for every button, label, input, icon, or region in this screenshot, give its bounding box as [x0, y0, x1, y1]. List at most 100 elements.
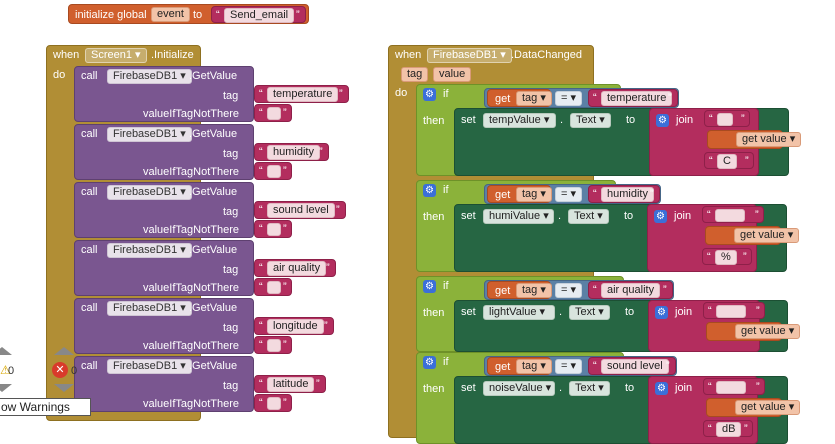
gear-icon[interactable]: ⚙ [655, 382, 668, 395]
get-tag-block[interactable]: get tag ▾ [487, 357, 552, 375]
compare-operator[interactable]: = ▾ [555, 359, 583, 374]
tag-value[interactable]: temperature [267, 87, 339, 102]
default-value[interactable] [267, 107, 281, 120]
tag-text-block[interactable]: “ sound level ” [254, 201, 346, 219]
getvalue-call-block[interactable]: call FirebaseDB1 ▾ .GetValue tag valueIf… [74, 356, 254, 412]
join-part-1-value[interactable] [716, 381, 746, 394]
firebase-component-dropdown[interactable]: FirebaseDB1 ▾ [427, 48, 512, 63]
compare-text-block[interactable]: “ air quality ” [588, 281, 673, 299]
compare-operator[interactable]: = ▾ [555, 283, 583, 298]
join-part-3-value[interactable]: % [715, 250, 737, 265]
gear-icon[interactable]: ⚙ [423, 88, 436, 101]
call-component-dropdown[interactable]: FirebaseDB1 ▾ [107, 243, 192, 258]
global-var-name[interactable]: event [151, 7, 190, 22]
gear-icon[interactable]: ⚙ [655, 306, 668, 319]
default-text-block[interactable]: “ ” [254, 394, 292, 412]
get-tag-block[interactable]: get tag ▾ [487, 281, 552, 299]
tag-value[interactable]: humidity [267, 145, 320, 160]
compare-value[interactable]: humidity [601, 187, 654, 202]
call-component-dropdown[interactable]: FirebaseDB1 ▾ [107, 127, 192, 142]
join-get-value-block[interactable]: get value ▾ [706, 398, 801, 417]
screen-component-dropdown[interactable]: Screen1 ▾ [85, 48, 147, 63]
tag-value[interactable]: longitude [267, 319, 324, 334]
default-text-block[interactable]: “ ” [254, 336, 292, 354]
tag-text-block[interactable]: “ air quality ” [254, 259, 336, 277]
call-component-dropdown[interactable]: FirebaseDB1 ▾ [107, 301, 192, 316]
call-component-dropdown[interactable]: FirebaseDB1 ▾ [107, 69, 192, 84]
getvalue-call-block[interactable]: call FirebaseDB1 ▾ .GetValue tag valueIf… [74, 182, 254, 238]
error-down-arrow[interactable] [54, 384, 74, 392]
default-text-block[interactable]: “ ” [254, 278, 292, 296]
gear-icon[interactable]: ⚙ [423, 280, 436, 293]
default-value[interactable] [267, 165, 281, 178]
get-variable-dropdown[interactable]: tag ▾ [516, 283, 552, 298]
get-variable-dropdown[interactable]: tag ▾ [516, 187, 552, 202]
tag-text-block[interactable]: “ latitude ” [254, 375, 326, 393]
getvalue-call-block[interactable]: call FirebaseDB1 ▾ .GetValue tag valueIf… [74, 298, 254, 354]
set-target-dropdown[interactable]: noiseValue ▾ [483, 381, 555, 396]
join-get-value-block[interactable]: get value ▾ [706, 322, 801, 341]
compare-value[interactable]: sound level [601, 359, 669, 374]
tag-text-block[interactable]: “ humidity ” [254, 143, 329, 161]
get-value-dropdown[interactable]: get value ▾ [734, 228, 800, 243]
join-text-part-1[interactable]: “ ” [703, 302, 765, 319]
get-tag-block[interactable]: get tag ▾ [487, 89, 552, 107]
set-target-dropdown[interactable]: humiValue ▾ [483, 209, 554, 224]
get-variable-dropdown[interactable]: tag ▾ [516, 91, 552, 106]
join-part-1-value[interactable] [715, 209, 745, 222]
set-property-dropdown[interactable]: Text ▾ [569, 381, 610, 396]
tag-value[interactable]: sound level [267, 203, 335, 218]
join-text-part-3[interactable]: “ % ” [702, 248, 752, 265]
global-value[interactable]: Send_email [224, 8, 295, 23]
join-part-3-value[interactable]: dB [716, 422, 742, 437]
show-warnings-button[interactable]: ow Warnings [0, 398, 91, 416]
join-text-part-1[interactable]: “ ” [703, 378, 765, 395]
param-tag[interactable]: tag [401, 67, 429, 82]
tag-text-block[interactable]: “ temperature ” [254, 85, 349, 103]
getvalue-call-block[interactable]: call FirebaseDB1 ▾ .GetValue tag valueIf… [74, 240, 254, 296]
join-text-part-3[interactable]: “ C ” [704, 152, 754, 169]
compare-value[interactable]: temperature [601, 91, 673, 106]
compare-text-block[interactable]: “ humidity ” [588, 185, 660, 203]
global-value-text-block[interactable]: “ Send_email ” [211, 6, 306, 23]
set-property-dropdown[interactable]: Text ▾ [570, 113, 611, 128]
warning-down-arrow[interactable] [0, 384, 12, 392]
join-text-part-3[interactable]: “ dB ” [703, 420, 753, 437]
tag-value[interactable]: air quality [267, 261, 327, 276]
error-up-arrow[interactable] [54, 347, 74, 355]
join-text-part-1[interactable]: “ ” [704, 110, 750, 127]
get-variable-dropdown[interactable]: tag ▾ [516, 359, 552, 374]
default-value[interactable] [267, 281, 281, 294]
compare-value[interactable]: air quality [601, 283, 661, 298]
get-value-dropdown[interactable]: get value ▾ [735, 400, 801, 415]
set-property-dropdown[interactable]: Text ▾ [568, 209, 609, 224]
global-variable-block[interactable]: initialize global event to “ Send_email … [68, 4, 309, 24]
compare-operator[interactable]: = ▾ [555, 187, 583, 202]
join-part-3-value[interactable]: C [717, 154, 737, 169]
gear-icon[interactable]: ⚙ [656, 114, 669, 127]
set-property-dropdown[interactable]: Text ▾ [569, 305, 610, 320]
default-text-block[interactable]: “ ” [254, 162, 292, 180]
tag-text-block[interactable]: “ longitude ” [254, 317, 334, 335]
join-get-value-block[interactable]: get value ▾ [705, 226, 800, 245]
gear-icon[interactable]: ⚙ [423, 356, 436, 369]
call-component-dropdown[interactable]: FirebaseDB1 ▾ [107, 359, 192, 374]
default-value[interactable] [267, 397, 281, 410]
get-value-dropdown[interactable]: get value ▾ [735, 324, 801, 339]
default-text-block[interactable]: “ ” [254, 220, 292, 238]
getvalue-call-block[interactable]: call FirebaseDB1 ▾ .GetValue tag valueIf… [74, 124, 254, 180]
join-text-part-1[interactable]: “ ” [702, 206, 764, 223]
default-value[interactable] [267, 223, 281, 236]
join-get-value-block[interactable]: get value ▾ [707, 130, 802, 149]
get-value-dropdown[interactable]: get value ▾ [736, 132, 802, 147]
compare-text-block[interactable]: “ temperature ” [588, 89, 678, 107]
gear-icon[interactable]: ⚙ [654, 210, 667, 223]
param-value[interactable]: value [433, 67, 472, 82]
compare-text-block[interactable]: “ sound level ” [588, 357, 676, 375]
set-target-dropdown[interactable]: lightValue ▾ [483, 305, 555, 320]
tag-value[interactable]: latitude [267, 377, 315, 392]
get-tag-block[interactable]: get tag ▾ [487, 185, 552, 203]
default-value[interactable] [267, 339, 281, 352]
join-part-1-value[interactable] [717, 113, 733, 126]
call-component-dropdown[interactable]: FirebaseDB1 ▾ [107, 185, 192, 200]
